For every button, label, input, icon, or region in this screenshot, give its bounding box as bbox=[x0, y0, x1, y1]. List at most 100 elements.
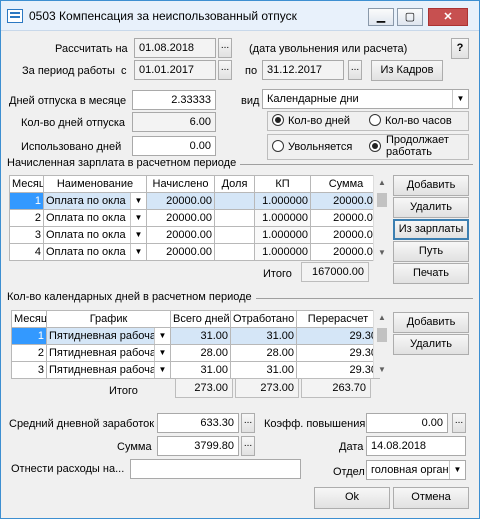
table-row[interactable]: 1 Пятидневная рабоча ▼ 31.00 31.00 29.30 bbox=[11, 327, 380, 345]
radio-selected-icon bbox=[369, 140, 381, 152]
col-share[interactable]: Доля bbox=[214, 175, 255, 193]
calc-date-hint: (дата увольнения или расчета) bbox=[249, 43, 408, 55]
radio-empty-icon bbox=[272, 140, 284, 152]
chevron-down-icon[interactable]: ▼ bbox=[154, 362, 170, 378]
calendar-group: Кол-во календарных дней в расчетном пери… bbox=[7, 291, 473, 303]
table-row[interactable]: 2 Оплата по окла ▼ 20000.00 1.000000 2000… bbox=[9, 209, 382, 227]
chevron-down-icon[interactable]: ▼ bbox=[130, 244, 146, 260]
from-salary-button[interactable]: Из зарплаты bbox=[393, 219, 469, 240]
col-kp[interactable]: КП bbox=[254, 175, 311, 193]
calendar-group-title: Кол-во календарных дней в расчетном пери… bbox=[7, 291, 256, 303]
scroll-down-icon[interactable]: ▼ bbox=[374, 245, 390, 261]
scroll-down-icon[interactable]: ▼ bbox=[374, 362, 390, 378]
chevron-down-icon[interactable]: ▼ bbox=[154, 345, 170, 361]
to-date-field[interactable]: 31.12.2017 bbox=[262, 60, 344, 80]
coef-button[interactable]: ... bbox=[452, 413, 466, 433]
window-title: 0503 Компенсация за неиспользованный отп… bbox=[29, 9, 297, 23]
col-sum[interactable]: Сумма bbox=[310, 175, 382, 193]
chevron-down-icon[interactable]: ▼ bbox=[130, 210, 146, 226]
table-row[interactable]: 2 Пятидневная рабоча ▼ 28.00 28.00 29.30 bbox=[11, 344, 380, 362]
dialog-window: 0503 Компенсация за неиспользованный отп… bbox=[0, 0, 480, 519]
from-hr-button[interactable]: Из Кадров bbox=[371, 60, 443, 81]
calendar-total-label: Итого bbox=[109, 385, 138, 397]
title-bar: 0503 Компенсация за неиспользованный отп… bbox=[1, 1, 479, 31]
from-date-field[interactable]: 01.01.2017 bbox=[134, 60, 216, 80]
vacation-kind-select[interactable]: Календарные дни ▼ bbox=[262, 89, 469, 109]
used-days-field[interactable]: 0.00 bbox=[132, 136, 216, 156]
close-button[interactable]: ✕ bbox=[428, 8, 468, 26]
chevron-down-icon[interactable]: ▼ bbox=[154, 328, 170, 344]
chevron-down-icon[interactable]: ▼ bbox=[452, 90, 468, 108]
salary-delete-button[interactable]: Удалить bbox=[393, 197, 469, 218]
col-month[interactable]: Месяц bbox=[11, 310, 47, 328]
col-name[interactable]: Наименование bbox=[43, 175, 147, 193]
cancel-button[interactable]: Отмена bbox=[393, 487, 469, 509]
calendar-scrollbar[interactable]: ▲ ▼ bbox=[373, 310, 390, 378]
salary-group: Начисленная зарплата в расчетном периоде bbox=[7, 157, 473, 169]
days-per-month-field[interactable]: 2.33333 bbox=[132, 90, 216, 110]
scroll-up-icon[interactable]: ▲ bbox=[374, 175, 390, 191]
date-label: Дата bbox=[339, 441, 364, 453]
sum-field[interactable]: 3799.80 bbox=[157, 436, 239, 456]
calendar-delete-button[interactable]: Удалить bbox=[393, 334, 469, 355]
used-days-label: Использовано дней bbox=[21, 141, 122, 153]
from-date-picker-button[interactable]: ... bbox=[218, 60, 232, 80]
salary-add-button[interactable]: Добавить bbox=[393, 175, 469, 196]
from-label: с bbox=[121, 65, 127, 77]
help-button[interactable]: ? bbox=[451, 38, 469, 59]
scroll-up-icon[interactable]: ▲ bbox=[374, 310, 390, 326]
chevron-down-icon[interactable]: ▼ bbox=[130, 193, 146, 209]
ok-button[interactable]: Ok bbox=[314, 487, 390, 509]
col-month[interactable]: Месяц bbox=[9, 175, 44, 193]
col-worked[interactable]: Отработано bbox=[230, 310, 297, 328]
avg-earnings-button[interactable]: ... bbox=[241, 413, 255, 433]
radio-days[interactable]: Кол-во дней bbox=[272, 113, 350, 131]
calendar-total-days: 273.00 bbox=[175, 378, 233, 398]
col-schedule[interactable]: График bbox=[46, 310, 171, 328]
avg-earnings-label: Средний дневной заработок bbox=[9, 418, 155, 430]
calc-date-picker-button[interactable]: ... bbox=[218, 38, 232, 58]
salary-total-value: 167000.00 bbox=[301, 262, 369, 282]
chevron-down-icon[interactable]: ▼ bbox=[449, 461, 465, 479]
radio-hours[interactable]: Кол-во часов bbox=[369, 113, 452, 131]
to-date-picker-button[interactable]: ... bbox=[348, 60, 362, 80]
calc-date-field[interactable]: 01.08.2018 bbox=[134, 38, 216, 58]
print-button[interactable]: Печать bbox=[393, 263, 469, 284]
col-accrued[interactable]: Начислено bbox=[146, 175, 215, 193]
salary-total-label: Итого bbox=[263, 268, 292, 280]
days-count-field[interactable]: 6.00 bbox=[132, 112, 216, 132]
dept-label: Отдел bbox=[333, 466, 365, 478]
coef-field[interactable]: 0.00 bbox=[366, 413, 448, 433]
scroll-thumb[interactable] bbox=[377, 193, 387, 207]
days-per-month-label: Дней отпуска в месяце bbox=[9, 95, 127, 107]
calendar-total-worked: 273.00 bbox=[235, 378, 299, 398]
table-row[interactable]: 3 Пятидневная рабоча ▼ 31.00 31.00 29.30 bbox=[11, 361, 380, 379]
radio-empty-icon bbox=[369, 114, 381, 126]
col-total-days[interactable]: Всего дней bbox=[170, 310, 231, 328]
radio-continues-label: Продолжает работать bbox=[386, 134, 449, 158]
table-row[interactable]: 3 Оплата по окла ▼ 20000.00 1.000000 2000… bbox=[9, 226, 382, 244]
chevron-down-icon[interactable]: ▼ bbox=[130, 227, 146, 243]
expense-label: Отнести расходы на... bbox=[11, 463, 125, 475]
to-label: по bbox=[245, 65, 258, 77]
table-row[interactable]: 4 Оплата по окла ▼ 20000.00 1.000000 2000… bbox=[9, 243, 382, 261]
salary-scrollbar[interactable]: ▲ ▼ bbox=[373, 175, 390, 261]
maximize-button[interactable]: ▢ bbox=[397, 8, 423, 26]
path-button[interactable]: Путь bbox=[393, 241, 469, 262]
calendar-add-button[interactable]: Добавить bbox=[393, 312, 469, 333]
dept-value: головная орган bbox=[371, 464, 449, 476]
radio-continues-working[interactable] bbox=[369, 139, 385, 157]
avg-earnings-field[interactable]: 633.30 bbox=[157, 413, 239, 433]
expense-field[interactable] bbox=[130, 459, 301, 479]
radio-selected-icon bbox=[272, 114, 284, 126]
sum-button[interactable]: ... bbox=[241, 436, 255, 456]
dept-select[interactable]: головная орган ▼ bbox=[366, 460, 466, 480]
col-recalc[interactable]: Перерасчет bbox=[296, 310, 380, 328]
radio-fired[interactable]: Увольняется bbox=[272, 139, 352, 157]
date-field[interactable]: 14.08.2018 bbox=[366, 436, 466, 456]
app-icon bbox=[7, 9, 23, 23]
kind-label: вид bbox=[241, 95, 260, 107]
table-row[interactable]: 1 Оплата по окла ▼ 20000.00 1.000000 2000… bbox=[9, 192, 382, 210]
minimize-button[interactable]: ▁ bbox=[368, 8, 394, 26]
scroll-thumb[interactable] bbox=[377, 328, 387, 342]
